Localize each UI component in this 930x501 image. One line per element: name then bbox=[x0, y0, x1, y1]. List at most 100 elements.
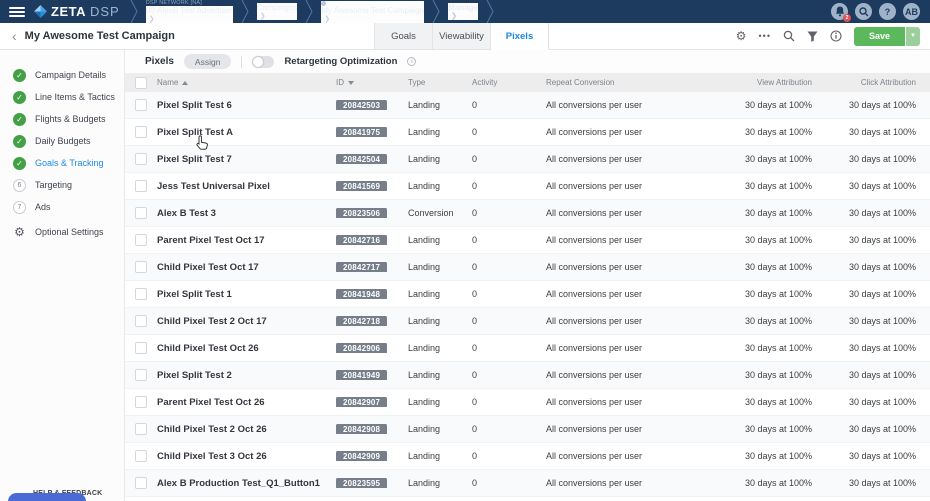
table-row[interactable]: Alex B Test 3 20823506 Conversion 0 All … bbox=[125, 200, 930, 227]
pixel-name[interactable]: Pixel Split Test 6 bbox=[157, 100, 336, 111]
row-checkbox[interactable] bbox=[135, 315, 147, 327]
row-checkbox[interactable] bbox=[135, 207, 147, 219]
click-attribution: 30 days at 100% bbox=[812, 262, 930, 272]
row-checkbox[interactable] bbox=[135, 423, 147, 435]
more-options-button[interactable]: ••• bbox=[759, 32, 771, 41]
row-checkbox[interactable] bbox=[135, 396, 147, 408]
table-row[interactable]: Alex B Production Test_Q1_Button1 208235… bbox=[125, 470, 930, 497]
row-checkbox[interactable] bbox=[135, 234, 147, 246]
sidebar-item-flights-budgets[interactable]: ✓ Flights & Budgets bbox=[0, 108, 124, 130]
sidebar-item-goals-tracking[interactable]: ✓ Goals & Tracking bbox=[0, 152, 124, 174]
row-checkbox[interactable] bbox=[135, 99, 147, 111]
row-checkbox[interactable] bbox=[135, 126, 147, 138]
back-button[interactable]: ‹ bbox=[12, 29, 17, 43]
pixel-activity: 0 bbox=[472, 397, 532, 407]
pixel-type: Landing bbox=[408, 451, 472, 461]
pixel-id-badge: 20842906 bbox=[336, 343, 387, 353]
row-checkbox[interactable] bbox=[135, 369, 147, 381]
click-attribution: 30 days at 100% bbox=[812, 154, 930, 164]
table-row[interactable]: Pixel Split Test 7 20842504 Landing 0 Al… bbox=[125, 146, 930, 173]
pixel-name[interactable]: Jess Test Universal Pixel bbox=[157, 181, 336, 192]
view-attribution: 30 days at 100% bbox=[700, 451, 812, 461]
row-checkbox[interactable] bbox=[135, 180, 147, 192]
column-header-name[interactable]: Name bbox=[157, 78, 336, 87]
table-row[interactable]: Child Pixel Test 2 Oct 17 20842718 Landi… bbox=[125, 308, 930, 335]
pixel-name[interactable]: Parent Pixel Test Oct 17 bbox=[157, 235, 336, 246]
hamburger-menu-icon[interactable] bbox=[9, 7, 25, 17]
sidebar-item-optional-settings[interactable]: ⚙ Optional Settings bbox=[0, 221, 124, 243]
table-row[interactable]: Pixel Split Test 2 20841949 Landing 0 Al… bbox=[125, 362, 930, 389]
pixel-activity: 0 bbox=[472, 154, 532, 164]
column-header-id[interactable]: ID bbox=[336, 78, 408, 87]
sidebar-item-ads[interactable]: 7 Ads bbox=[0, 196, 124, 218]
retargeting-optimization-label: Retargeting Optimization bbox=[284, 56, 397, 67]
click-attribution: 30 days at 100% bbox=[812, 370, 930, 380]
row-checkbox[interactable] bbox=[135, 153, 147, 165]
repeat-conversion: All conversions per user bbox=[532, 451, 700, 461]
pixel-activity: 0 bbox=[472, 262, 532, 272]
breadcrumb-campaigns[interactable]: Campaigns❯ bbox=[249, 3, 305, 20]
tab-pixels[interactable]: Pixels bbox=[491, 23, 549, 50]
zeta-dsp-logo[interactable]: ZETA DSP bbox=[34, 4, 120, 19]
pixels-panel: Pixels Assign Retargeting Optimization i… bbox=[125, 50, 930, 501]
save-button[interactable]: Save bbox=[854, 27, 905, 46]
row-checkbox[interactable] bbox=[135, 477, 147, 489]
settings-button[interactable]: ⚙ bbox=[736, 30, 747, 42]
info-icon[interactable]: i bbox=[407, 57, 416, 66]
pixel-name[interactable]: Pixel Split Test A bbox=[157, 127, 336, 138]
sidebar-item-targeting[interactable]: 6 Targeting bbox=[0, 174, 124, 196]
save-dropdown-button[interactable]: ▼ bbox=[906, 27, 920, 46]
table-row[interactable]: Pixel Split Test A 20841975 Landing 0 Al… bbox=[125, 119, 930, 146]
breadcrumb-advertiser[interactable]: DSP NETWORK [NA] 00-AlexB Test Advertise… bbox=[138, 0, 241, 23]
pixel-name[interactable]: Child Pixel Test Oct 17 bbox=[157, 262, 336, 273]
row-checkbox[interactable] bbox=[135, 288, 147, 300]
tab-viewability[interactable]: Viewability bbox=[433, 23, 491, 49]
pixel-name[interactable]: Pixel Split Test 7 bbox=[157, 154, 336, 165]
pixel-name[interactable]: Pixel Split Test 2 bbox=[157, 370, 336, 381]
sidebar-item-campaign-details[interactable]: ✓ Campaign Details bbox=[0, 64, 124, 86]
filter-button[interactable] bbox=[807, 31, 818, 42]
pixel-name[interactable]: Pixel Split Test 1 bbox=[157, 289, 336, 300]
sort-asc-icon bbox=[182, 81, 188, 85]
repeat-conversion: All conversions per user bbox=[532, 343, 700, 353]
user-avatar[interactable]: AB bbox=[903, 3, 920, 20]
table-row[interactable]: Child Pixel Test Oct 17 20842717 Landing… bbox=[125, 254, 930, 281]
retargeting-optimization-toggle[interactable] bbox=[252, 56, 274, 68]
sidebar-item-daily-budgets[interactable]: ✓ Daily Budgets bbox=[0, 130, 124, 152]
help-button[interactable]: ? bbox=[879, 3, 896, 20]
click-attribution: 30 days at 100% bbox=[812, 451, 930, 461]
pixel-name[interactable]: Child Pixel Test 2 Oct 26 bbox=[157, 424, 336, 435]
chat-launcher-button[interactable] bbox=[8, 493, 86, 501]
table-row[interactable]: Jess Test Universal Pixel 20841569 Landi… bbox=[125, 173, 930, 200]
table-row[interactable]: Parent Pixel Test Oct 17 20842716 Landin… bbox=[125, 227, 930, 254]
pixel-name[interactable]: Parent Pixel Test Oct 26 bbox=[157, 397, 336, 408]
pixel-activity: 0 bbox=[472, 343, 532, 353]
table-row[interactable]: Parent Pixel Test Oct 26 20842907 Landin… bbox=[125, 389, 930, 416]
pixel-name[interactable]: Child Pixel Test 2 Oct 17 bbox=[157, 316, 336, 327]
table-row[interactable]: Pixel Split Test 1 20841948 Landing 0 Al… bbox=[125, 281, 930, 308]
table-search-button[interactable] bbox=[783, 30, 795, 42]
select-all-checkbox[interactable] bbox=[135, 77, 147, 89]
assign-button[interactable]: Assign bbox=[184, 54, 232, 69]
notifications-button[interactable]: 2 bbox=[831, 3, 848, 20]
sidebar-item-line-items-tactics[interactable]: ✓ Line Items & Tactics bbox=[0, 86, 124, 108]
search-button[interactable] bbox=[855, 3, 872, 20]
row-checkbox[interactable] bbox=[135, 450, 147, 462]
table-row[interactable]: Child Pixel Test 3 Oct 26 20842909 Landi… bbox=[125, 443, 930, 470]
view-attribution: 30 days at 100% bbox=[700, 181, 812, 191]
info-button[interactable] bbox=[830, 30, 842, 42]
breadcrumb-campaign[interactable]: My Awesome Test Campaign❯ bbox=[313, 1, 432, 23]
pixel-name[interactable]: Child Pixel Test 3 Oct 26 bbox=[157, 451, 336, 462]
row-checkbox[interactable] bbox=[135, 342, 147, 354]
pixel-name[interactable]: Alex B Production Test_Q1_Button1 bbox=[157, 478, 336, 489]
table-row[interactable]: Child Pixel Test 2 Oct 26 20842908 Landi… bbox=[125, 416, 930, 443]
pixel-name[interactable]: Child Pixel Test Oct 26 bbox=[157, 343, 336, 354]
breadcrumb-manage[interactable]: Manage❯ bbox=[440, 3, 486, 20]
row-checkbox[interactable] bbox=[135, 261, 147, 273]
view-attribution: 30 days at 100% bbox=[700, 127, 812, 137]
step-number: 6 bbox=[13, 179, 26, 192]
table-row[interactable]: Pixel Split Test 6 20842503 Landing 0 Al… bbox=[125, 92, 930, 119]
table-row[interactable]: Child Pixel Test Oct 26 20842906 Landing… bbox=[125, 335, 930, 362]
pixel-name[interactable]: Alex B Test 3 bbox=[157, 208, 336, 219]
tab-goals[interactable]: Goals bbox=[375, 23, 433, 49]
